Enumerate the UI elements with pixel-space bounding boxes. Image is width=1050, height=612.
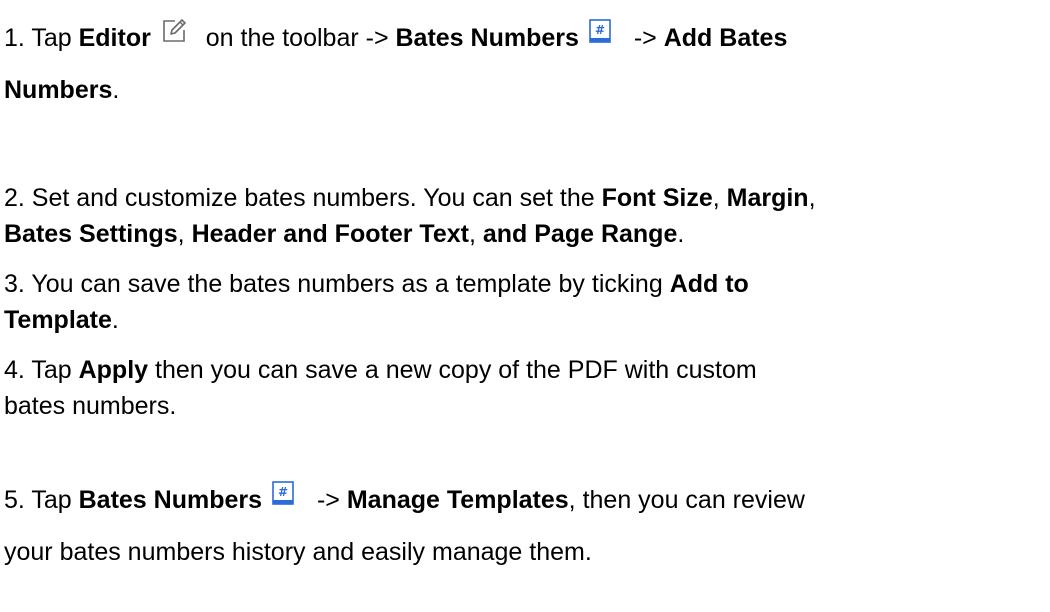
step-4-line-1: 4. Tap Apply then you can save a new cop… [4,356,757,384]
edit-icon [161,18,187,44]
step-2-line-2: Bates Settings, Header and Footer Text, … [4,220,685,248]
step-3-line-1: 3. You can save the bates numbers as a t… [4,270,749,298]
bates-numbers-icon: # [589,19,611,44]
svg-text:#: # [278,485,288,499]
step-1-line-2: Numbers. [4,76,120,104]
step-3-line-2: Template. [4,306,119,334]
svg-text:#: # [595,23,605,37]
step-5-line-1: 5. Tap Bates Numbers # -> Manage Template… [4,481,805,515]
step-2-line-1: 2. Set and customize bates numbers. You … [4,184,816,212]
bates-numbers-icon: # [272,481,294,506]
step-5-line-2: your bates numbers history and easily ma… [4,538,592,566]
step-1-line-1: 1. Tap Editor on the toolbar -> Bates Nu… [4,19,787,53]
step-4-line-2: bates numbers. [4,392,177,420]
